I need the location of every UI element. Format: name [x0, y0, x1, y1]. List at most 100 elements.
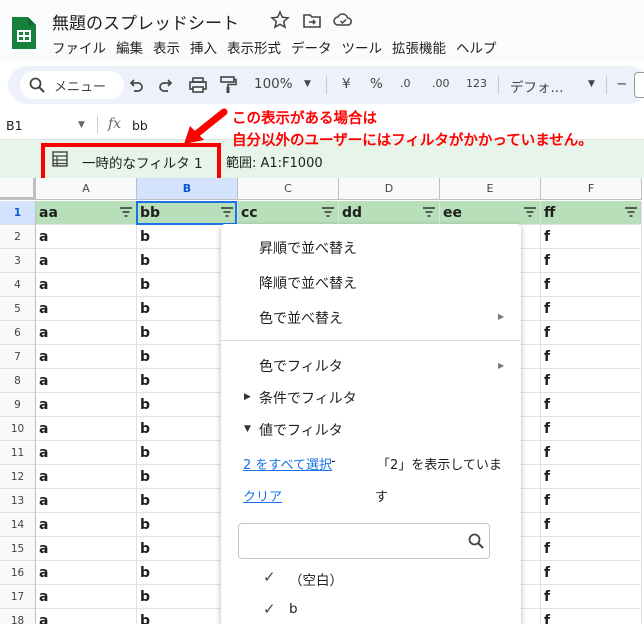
row-header[interactable]: 7 [0, 345, 36, 369]
collapse-right-icon[interactable]: ▶ [244, 392, 251, 402]
table-cell[interactable]: f [541, 321, 642, 345]
font-caret-icon[interactable]: ▼ [588, 79, 595, 89]
table-cell[interactable]: f [541, 489, 642, 513]
row-header[interactable]: 4 [0, 273, 36, 297]
redo-icon[interactable] [156, 75, 176, 95]
zoom-select[interactable]: 100% [254, 76, 293, 92]
menu-extensions[interactable]: 拡張機能 [392, 37, 446, 57]
header-cell[interactable]: ee [440, 201, 541, 225]
table-cell[interactable]: f [541, 513, 642, 537]
row-header[interactable]: 13 [0, 489, 36, 513]
sheets-logo-icon[interactable] [10, 15, 38, 51]
header-cell[interactable]: cc [238, 201, 339, 225]
column-header-e[interactable]: E [440, 178, 541, 200]
cloud-saved-icon[interactable] [333, 10, 353, 30]
row-header[interactable]: 14 [0, 513, 36, 537]
table-cell[interactable]: f [541, 585, 642, 609]
value-option-blank[interactable]: （空白） [289, 569, 343, 589]
column-header-c[interactable]: C [238, 178, 339, 200]
column-header-d[interactable]: D [339, 178, 440, 200]
menu-edit[interactable]: 編集 [116, 37, 143, 57]
undo-icon[interactable] [126, 75, 146, 95]
filter-button-icon[interactable] [120, 207, 132, 217]
row-header[interactable]: 12 [0, 465, 36, 489]
column-header-a[interactable]: A [36, 178, 137, 200]
table-cell[interactable]: f [541, 249, 642, 273]
select-all-corner[interactable] [0, 178, 36, 200]
table-cell[interactable]: a [36, 273, 137, 297]
table-cell[interactable]: f [541, 441, 642, 465]
sort-by-color-item[interactable]: 色で並べ替え [259, 308, 343, 328]
select-all-link[interactable]: 2 をすべて選択 [243, 454, 332, 473]
table-cell[interactable]: a [36, 321, 137, 345]
header-cell[interactable]: dd [339, 201, 440, 225]
name-box[interactable]: B1 [6, 118, 23, 133]
sort-descending-item[interactable]: 降順で並べ替え [259, 273, 357, 293]
menu-insert[interactable]: 挿入 [190, 37, 217, 57]
column-header-f[interactable]: F [541, 178, 642, 200]
filter-by-color-item[interactable]: 色でフィルタ [259, 356, 343, 376]
zoom-caret-icon[interactable]: ▼ [304, 79, 311, 89]
filter-button-icon[interactable] [524, 207, 536, 217]
table-cell[interactable]: f [541, 465, 642, 489]
menu-data[interactable]: データ [291, 37, 332, 57]
currency-format-button[interactable]: ¥ [342, 76, 351, 92]
table-cell[interactable]: f [541, 273, 642, 297]
table-cell[interactable]: a [36, 369, 137, 393]
table-cell[interactable]: a [36, 249, 137, 273]
filter-button-icon[interactable] [322, 207, 334, 217]
table-cell[interactable]: a [36, 561, 137, 585]
row-header[interactable]: 6 [0, 321, 36, 345]
paint-format-icon[interactable] [218, 75, 238, 95]
menu-search-button[interactable]: メニュー [20, 71, 124, 99]
formula-input[interactable]: bb [132, 118, 148, 133]
row-header[interactable]: 3 [0, 249, 36, 273]
row-header[interactable]: 2 [0, 225, 36, 249]
row-header[interactable]: 9 [0, 393, 36, 417]
row-header[interactable]: 18 [0, 609, 36, 624]
star-icon[interactable] [270, 10, 290, 30]
table-cell[interactable]: a [36, 441, 137, 465]
table-cell[interactable]: f [541, 297, 642, 321]
print-icon[interactable] [188, 75, 208, 95]
filter-by-condition-item[interactable]: 条件でフィルタ [259, 388, 357, 408]
row-header[interactable]: 11 [0, 441, 36, 465]
font-size-decrease-button[interactable]: − [616, 76, 627, 92]
table-cell[interactable]: f [541, 561, 642, 585]
filter-button-icon[interactable] [625, 207, 637, 217]
table-cell[interactable]: f [541, 225, 642, 249]
name-box-caret-icon[interactable]: ▼ [78, 120, 85, 130]
menu-tools[interactable]: ツール [342, 37, 383, 57]
menu-format[interactable]: 表示形式 [227, 37, 281, 57]
value-option-b[interactable]: b [289, 601, 298, 617]
font-size-input[interactable] [634, 72, 644, 98]
row-header[interactable]: 17 [0, 585, 36, 609]
filter-by-value-item[interactable]: 値でフィルタ [259, 420, 343, 440]
header-cell[interactable]: aa [36, 201, 137, 225]
font-select[interactable]: デフォ... [510, 76, 563, 96]
table-cell[interactable]: a [36, 537, 137, 561]
table-cell[interactable]: a [36, 609, 137, 624]
table-cell[interactable]: f [541, 609, 642, 624]
move-folder-icon[interactable] [302, 10, 322, 30]
menu-help[interactable]: ヘルプ [456, 37, 497, 57]
row-header[interactable]: 16 [0, 561, 36, 585]
expand-down-icon[interactable]: ▼ [244, 424, 251, 434]
table-cell[interactable]: a [36, 225, 137, 249]
column-header-b[interactable]: B [137, 178, 238, 200]
table-cell[interactable]: a [36, 585, 137, 609]
percent-format-button[interactable]: % [370, 76, 383, 92]
row-header[interactable]: 10 [0, 417, 36, 441]
table-cell[interactable]: a [36, 489, 137, 513]
table-cell[interactable]: a [36, 417, 137, 441]
row-header[interactable]: 8 [0, 369, 36, 393]
row-header[interactable]: 1 [0, 201, 36, 225]
row-header[interactable]: 5 [0, 297, 36, 321]
checkmark-icon[interactable]: ✓ [263, 600, 276, 618]
menu-view[interactable]: 表示 [153, 37, 180, 57]
table-cell[interactable]: a [36, 465, 137, 489]
decrease-decimal-button[interactable]: .0 [400, 77, 411, 90]
menu-file[interactable]: ファイル [52, 37, 106, 57]
table-cell[interactable]: f [541, 369, 642, 393]
table-cell[interactable]: a [36, 393, 137, 417]
